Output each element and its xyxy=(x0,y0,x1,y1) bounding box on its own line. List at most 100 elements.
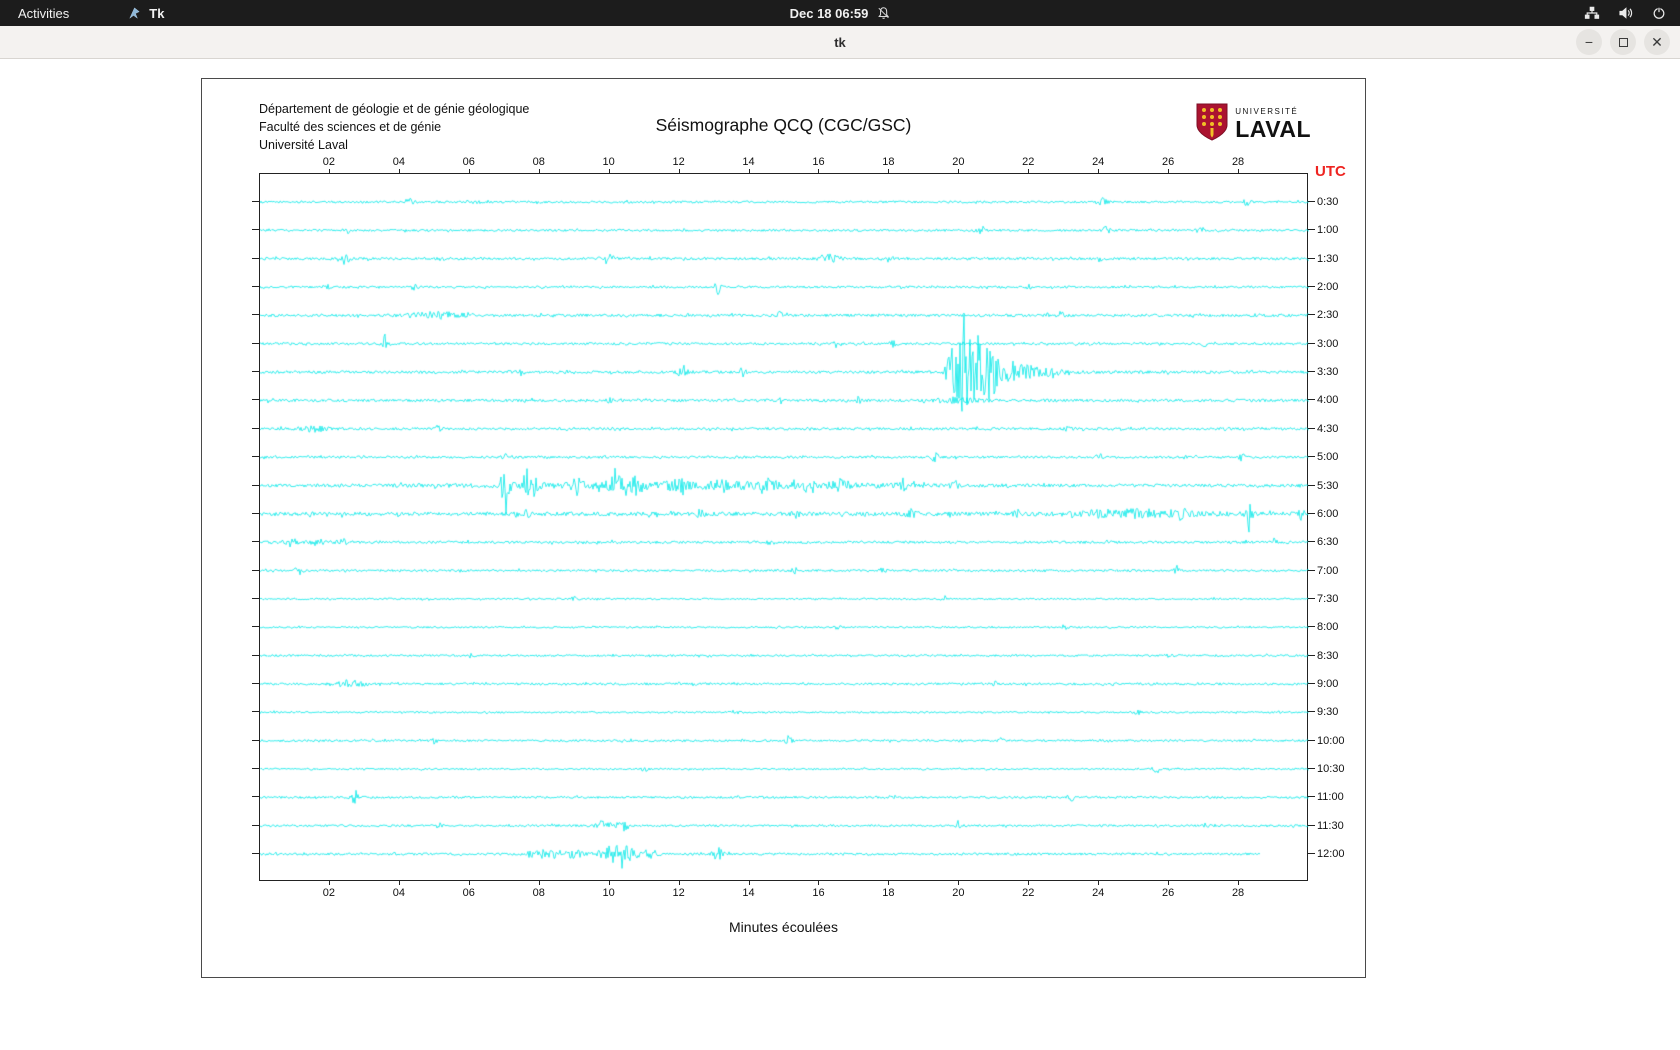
row-time-label: 6:30 xyxy=(1317,536,1338,548)
row-tick-left xyxy=(252,286,259,287)
minute-label-top: 02 xyxy=(323,156,335,168)
row-tick-left xyxy=(252,626,259,627)
minute-tick-bottom xyxy=(888,881,889,885)
row-time-label: 10:00 xyxy=(1317,735,1345,747)
x-axis-title: Minutes écoulées xyxy=(202,919,1365,935)
row-tick-right xyxy=(1308,399,1315,400)
row-tick-left xyxy=(252,399,259,400)
row-time-label: 6:00 xyxy=(1317,508,1338,520)
row-tick-left xyxy=(252,229,259,230)
minute-tick-bottom xyxy=(679,881,680,885)
gnome-top-bar: Activities Tk Dec 18 06:59 xyxy=(0,0,1680,26)
row-time-label: 4:00 xyxy=(1317,394,1338,406)
minute-label-bottom: 22 xyxy=(1022,887,1034,899)
power-icon xyxy=(1652,6,1666,20)
minute-tick-top xyxy=(539,169,540,173)
seismogram-traces-canvas xyxy=(260,174,1309,882)
row-tick-right xyxy=(1308,711,1315,712)
minute-label-top: 12 xyxy=(672,156,684,168)
window-controls: − ✕ xyxy=(1576,29,1670,55)
row-time-label: 8:30 xyxy=(1317,650,1338,662)
laval-shield-icon xyxy=(1196,103,1228,146)
row-tick-right xyxy=(1308,258,1315,259)
row-tick-right xyxy=(1308,541,1315,542)
minute-label-bottom: 24 xyxy=(1092,887,1104,899)
close-button[interactable]: ✕ xyxy=(1644,29,1670,55)
minute-tick-top xyxy=(1238,169,1239,173)
minute-tick-bottom xyxy=(1028,881,1029,885)
minute-tick-bottom xyxy=(539,881,540,885)
tk-icon xyxy=(127,6,142,21)
row-tick-right xyxy=(1308,598,1315,599)
row-tick-left xyxy=(252,825,259,826)
minute-tick-bottom xyxy=(818,881,819,885)
row-tick-right xyxy=(1308,428,1315,429)
minute-tick-bottom xyxy=(329,881,330,885)
minute-label-bottom: 26 xyxy=(1162,887,1174,899)
row-time-label: 12:00 xyxy=(1317,848,1345,860)
row-tick-left xyxy=(252,513,259,514)
minute-label-bottom: 12 xyxy=(672,887,684,899)
row-time-label: 9:30 xyxy=(1317,706,1338,718)
row-tick-left xyxy=(252,683,259,684)
row-time-label: 9:00 xyxy=(1317,678,1338,690)
row-time-label: 1:00 xyxy=(1317,224,1338,236)
notifications-muted-icon xyxy=(876,6,890,20)
row-time-label: 1:30 xyxy=(1317,253,1338,265)
system-status-area[interactable] xyxy=(1584,6,1666,20)
minute-label-bottom: 10 xyxy=(603,887,615,899)
minute-tick-bottom xyxy=(1168,881,1169,885)
volume-icon xyxy=(1618,6,1634,20)
row-time-label: 5:00 xyxy=(1317,451,1338,463)
window-title: tk xyxy=(834,35,846,50)
minute-label-bottom: 18 xyxy=(882,887,894,899)
row-tick-right xyxy=(1308,825,1315,826)
minute-label-top: 10 xyxy=(603,156,615,168)
row-tick-right xyxy=(1308,456,1315,457)
row-tick-left xyxy=(252,570,259,571)
row-tick-left xyxy=(252,796,259,797)
row-tick-right xyxy=(1308,853,1315,854)
row-tick-left xyxy=(252,456,259,457)
row-tick-right xyxy=(1308,343,1315,344)
minute-tick-top xyxy=(1028,169,1029,173)
minute-tick-top xyxy=(888,169,889,173)
minute-tick-bottom xyxy=(1238,881,1239,885)
minute-label-bottom: 02 xyxy=(323,887,335,899)
row-time-label: 3:30 xyxy=(1317,366,1338,378)
minute-label-top: 22 xyxy=(1022,156,1034,168)
row-tick-left xyxy=(252,598,259,599)
row-tick-left xyxy=(252,768,259,769)
row-tick-left xyxy=(252,655,259,656)
row-tick-left xyxy=(252,740,259,741)
row-time-label: 8:00 xyxy=(1317,621,1338,633)
maximize-button[interactable] xyxy=(1610,29,1636,55)
row-tick-right xyxy=(1308,201,1315,202)
minute-tick-top xyxy=(399,169,400,173)
window-titlebar[interactable]: tk − ✕ xyxy=(0,26,1680,59)
minute-label-bottom: 16 xyxy=(812,887,824,899)
laval-logo-text: UNIVERSITÉ LAVAL xyxy=(1235,108,1311,141)
clock-menu[interactable]: Dec 18 06:59 xyxy=(790,6,891,21)
minute-label-top: 06 xyxy=(463,156,475,168)
minute-tick-bottom xyxy=(399,881,400,885)
clock-label: Dec 18 06:59 xyxy=(790,6,869,21)
logo-laval-label: LAVAL xyxy=(1235,118,1311,141)
row-time-label: 7:30 xyxy=(1317,593,1338,605)
maximize-icon xyxy=(1619,38,1628,47)
row-tick-right xyxy=(1308,570,1315,571)
network-icon xyxy=(1584,6,1600,20)
row-tick-right xyxy=(1308,683,1315,684)
row-tick-right xyxy=(1308,655,1315,656)
row-time-label: 10:30 xyxy=(1317,763,1345,775)
row-tick-right xyxy=(1308,485,1315,486)
minute-label-bottom: 28 xyxy=(1232,887,1244,899)
minute-tick-top xyxy=(329,169,330,173)
minute-tick-bottom xyxy=(1098,881,1099,885)
minimize-button[interactable]: − xyxy=(1576,29,1602,55)
row-tick-left xyxy=(252,428,259,429)
focused-app-indicator[interactable]: Tk xyxy=(127,6,164,21)
minute-label-top: 28 xyxy=(1232,156,1244,168)
activities-button[interactable]: Activities xyxy=(0,0,87,26)
minute-label-top: 16 xyxy=(812,156,824,168)
